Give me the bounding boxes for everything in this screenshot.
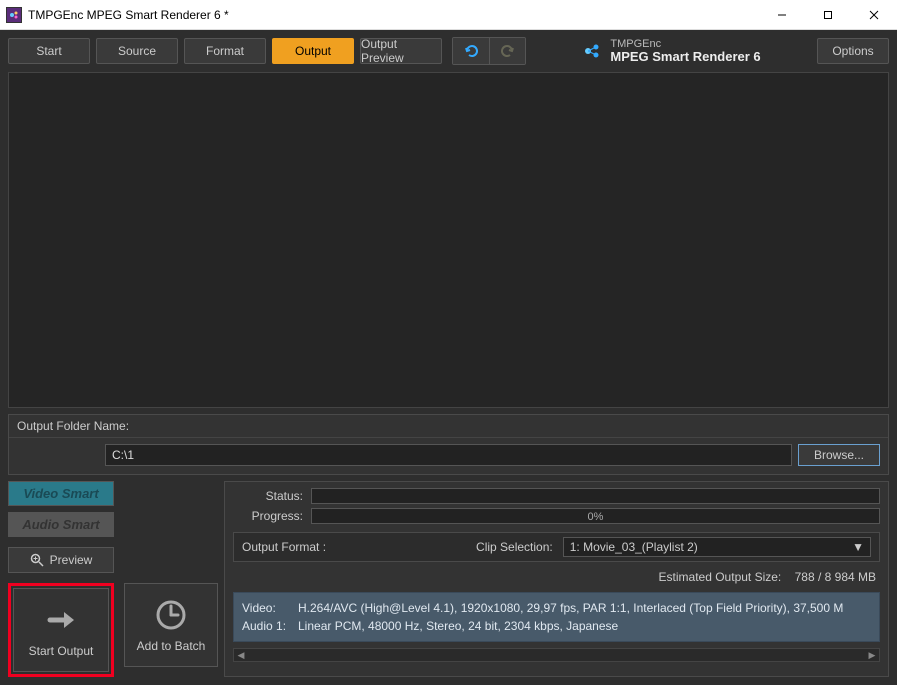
estimated-size-value: 788 / 8 984 MB: [795, 570, 876, 584]
output-format-label: Output Format :: [242, 540, 326, 554]
close-button[interactable]: [851, 0, 897, 30]
video-info-label: Video:: [242, 599, 298, 617]
brand-line2: MPEG Smart Renderer 6: [610, 50, 760, 64]
brand: TMPGEnc MPEG Smart Renderer 6: [532, 38, 811, 64]
redo-button[interactable]: [489, 38, 525, 64]
bottom-panel: Video Smart Audio Smart Preview Start Ou…: [8, 481, 889, 677]
scroll-right-icon: ▶: [867, 650, 877, 660]
minimize-button[interactable]: [759, 0, 805, 30]
status-bar: [311, 488, 880, 504]
main-toolbar: Start Source Format Output Output Previe…: [0, 30, 897, 72]
arrow-right-icon: [43, 602, 79, 638]
maximize-button[interactable]: [805, 0, 851, 30]
title-bar: TMPGEnc MPEG Smart Renderer 6 *: [0, 0, 897, 30]
start-output-button[interactable]: Start Output: [13, 588, 109, 672]
left-column: Video Smart Audio Smart Preview Start Ou…: [8, 481, 218, 677]
browse-button[interactable]: Browse...: [798, 444, 880, 466]
preview-stage: [8, 72, 889, 408]
magnify-icon: [30, 553, 44, 567]
start-output-label: Start Output: [29, 644, 94, 658]
progress-label: Progress:: [233, 509, 303, 523]
output-folder-input[interactable]: [105, 444, 792, 466]
clip-selection-dropdown[interactable]: 1: Movie_03_(Playlist 2) ▼: [563, 537, 871, 557]
add-to-batch-button[interactable]: Add to Batch: [124, 583, 218, 667]
output-folder-label: Output Folder Name:: [9, 415, 888, 438]
stream-info-box: Video:H.264/AVC (High@Level 4.1), 1920x1…: [233, 592, 880, 642]
undo-button[interactable]: [453, 38, 489, 64]
redo-icon: [500, 43, 516, 59]
output-folder-section: Output Folder Name: Browse...: [8, 414, 889, 475]
app-icon: [6, 7, 22, 23]
right-column: Status: Progress: 0% Output Format : Cli…: [224, 481, 889, 677]
preview-button[interactable]: Preview: [8, 547, 114, 573]
tab-output[interactable]: Output: [272, 38, 354, 64]
output-format-row: Output Format : Clip Selection: 1: Movie…: [233, 532, 880, 562]
horizontal-scrollbar[interactable]: ◀ ▶: [233, 648, 880, 662]
app-body: Start Source Format Output Output Previe…: [0, 30, 897, 685]
clip-selection-value: 1: Movie_03_(Playlist 2): [570, 540, 698, 554]
undo-redo-group: [452, 37, 526, 65]
tab-output-preview[interactable]: Output Preview: [360, 38, 442, 64]
audio-info-value: Linear PCM, 48000 Hz, Stereo, 24 bit, 23…: [298, 619, 618, 633]
progress-bar: 0%: [311, 508, 880, 524]
estimated-size-label: Estimated Output Size:: [659, 570, 782, 584]
scroll-left-icon: ◀: [236, 650, 246, 660]
chevron-down-icon: ▼: [852, 540, 864, 554]
options-button[interactable]: Options: [817, 38, 889, 64]
window-title: TMPGEnc MPEG Smart Renderer 6 *: [28, 8, 759, 22]
clip-selection-label: Clip Selection:: [476, 540, 553, 554]
tab-source[interactable]: Source: [96, 38, 178, 64]
video-info-value: H.264/AVC (High@Level 4.1), 1920x1080, 2…: [298, 601, 843, 615]
brand-logo-icon: [582, 41, 602, 61]
undo-icon: [463, 43, 479, 59]
start-output-highlight: Start Output: [8, 583, 114, 677]
status-label: Status:: [233, 489, 303, 503]
tab-start[interactable]: Start: [8, 38, 90, 64]
add-to-batch-label: Add to Batch: [137, 639, 206, 653]
tab-format[interactable]: Format: [184, 38, 266, 64]
audio-smart-badge: Audio Smart: [8, 512, 114, 537]
preview-button-label: Preview: [50, 553, 93, 567]
clock-icon: [153, 597, 189, 633]
video-smart-badge: Video Smart: [8, 481, 114, 506]
audio-info-label: Audio 1:: [242, 617, 298, 635]
estimated-size-row: Estimated Output Size: 788 / 8 984 MB: [233, 566, 880, 584]
